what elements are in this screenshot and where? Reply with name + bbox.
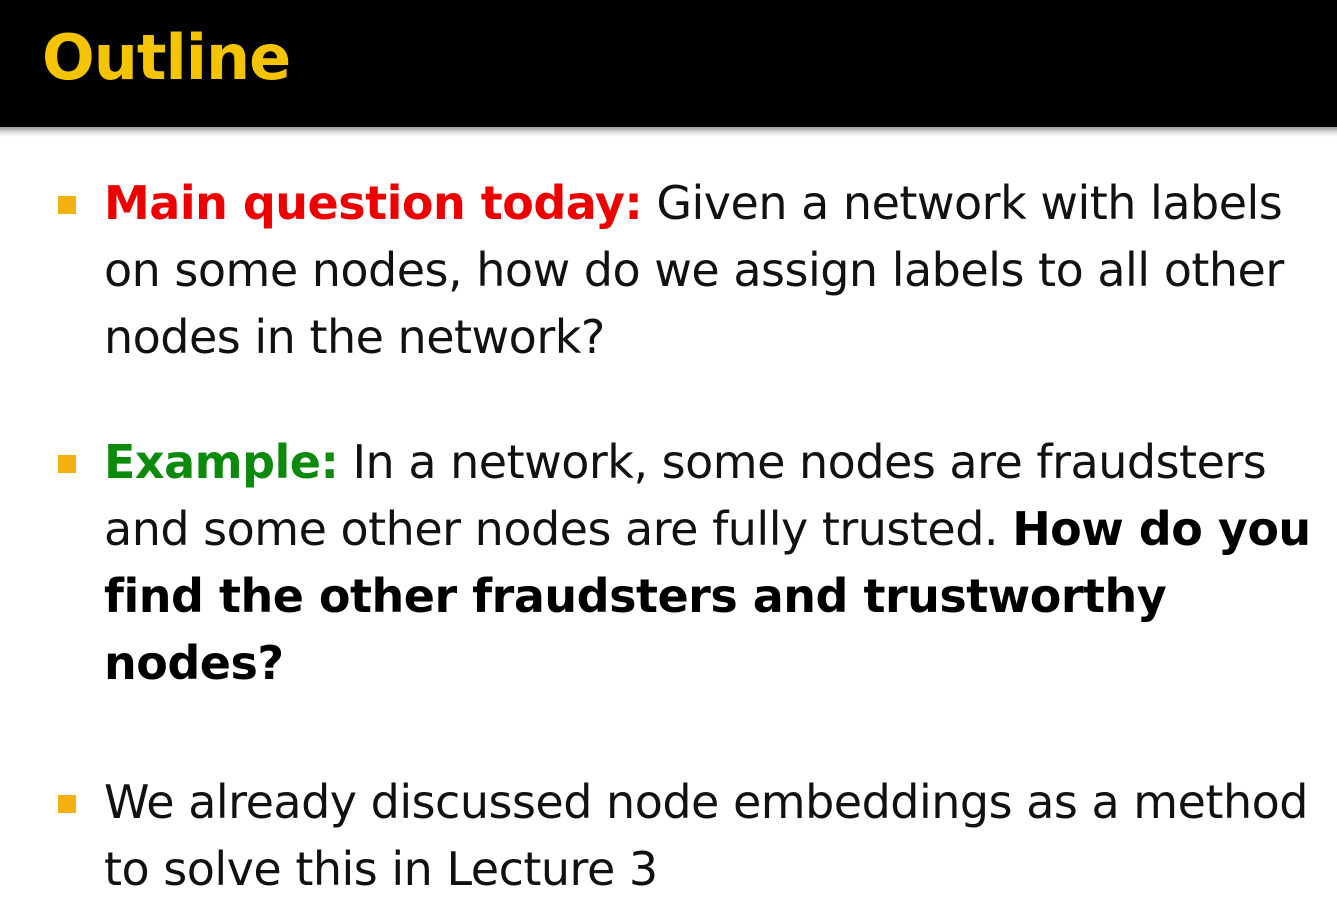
example-lead: Example: — [104, 435, 339, 489]
embeddings-text: We already discussed node embeddings as … — [104, 775, 1308, 896]
bullet-square-icon — [58, 196, 76, 214]
title-bar: Outline — [0, 0, 1337, 127]
main-question-lead: Main question today: — [104, 176, 643, 230]
bullet-example: Example: In a network, some nodes are fr… — [104, 429, 1324, 697]
bullet-embeddings: We already discussed node embeddings as … — [104, 769, 1324, 903]
bullet-main-question: Main question today: Given a network wit… — [104, 170, 1324, 371]
bullet-square-icon — [58, 795, 76, 813]
slide-title: Outline — [42, 21, 291, 94]
bullet-square-icon — [58, 455, 76, 473]
title-divider — [0, 127, 1337, 137]
